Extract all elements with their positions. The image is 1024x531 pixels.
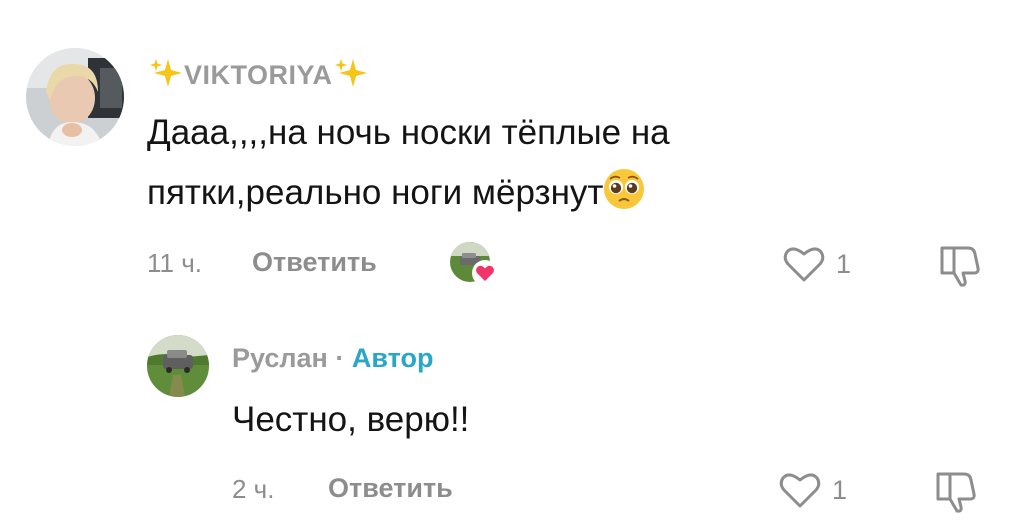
reply-username[interactable]: Руслан: [232, 343, 328, 373]
comment-text: Дааа,,,,на ночь носки тёплые на пятки,ре…: [147, 103, 670, 228]
reply-author-avatar[interactable]: [147, 335, 209, 397]
author-badge: Автор: [351, 343, 434, 373]
reply-like-button[interactable]: 1: [778, 470, 858, 510]
commenter-username[interactable]: VIKTORIYA: [148, 57, 369, 94]
comment-timestamp: 11 ч.: [147, 248, 202, 278]
reply-timestamp: 2 ч.: [232, 474, 275, 504]
reply-username-line: Руслан · Автор: [232, 345, 433, 372]
commenter-username-text: VIKTORIYA: [184, 60, 333, 90]
creator-liked-heart-icon: [472, 260, 498, 286]
sparkle-icon: [148, 57, 184, 94]
like-count: 1: [836, 249, 852, 279]
comment-text-line-content: пятки,реально ноги мёрзнут: [147, 172, 604, 212]
pleading-face-emoji: [603, 168, 645, 229]
heart-outline-icon: [782, 244, 826, 289]
sparkle-icon: [333, 57, 369, 94]
dislike-icon[interactable]: [932, 468, 982, 514]
comment-text-line: Дааа,,,,на ночь носки тёплые на: [147, 113, 670, 152]
reply-reply-button[interactable]: Ответить: [328, 475, 453, 502]
reply-button[interactable]: Ответить: [252, 249, 377, 276]
comment-text-line-2: пятки,реально ноги мёрзнут: [147, 163, 670, 229]
reply-text: Честно, верю!!: [232, 400, 470, 439]
dislike-icon[interactable]: [936, 242, 986, 288]
commenter-avatar[interactable]: [26, 48, 124, 146]
separator-dot: ·: [335, 343, 345, 373]
reply-like-count: 1: [832, 475, 848, 505]
heart-outline-icon: [778, 470, 822, 515]
like-button[interactable]: 1: [782, 244, 862, 284]
